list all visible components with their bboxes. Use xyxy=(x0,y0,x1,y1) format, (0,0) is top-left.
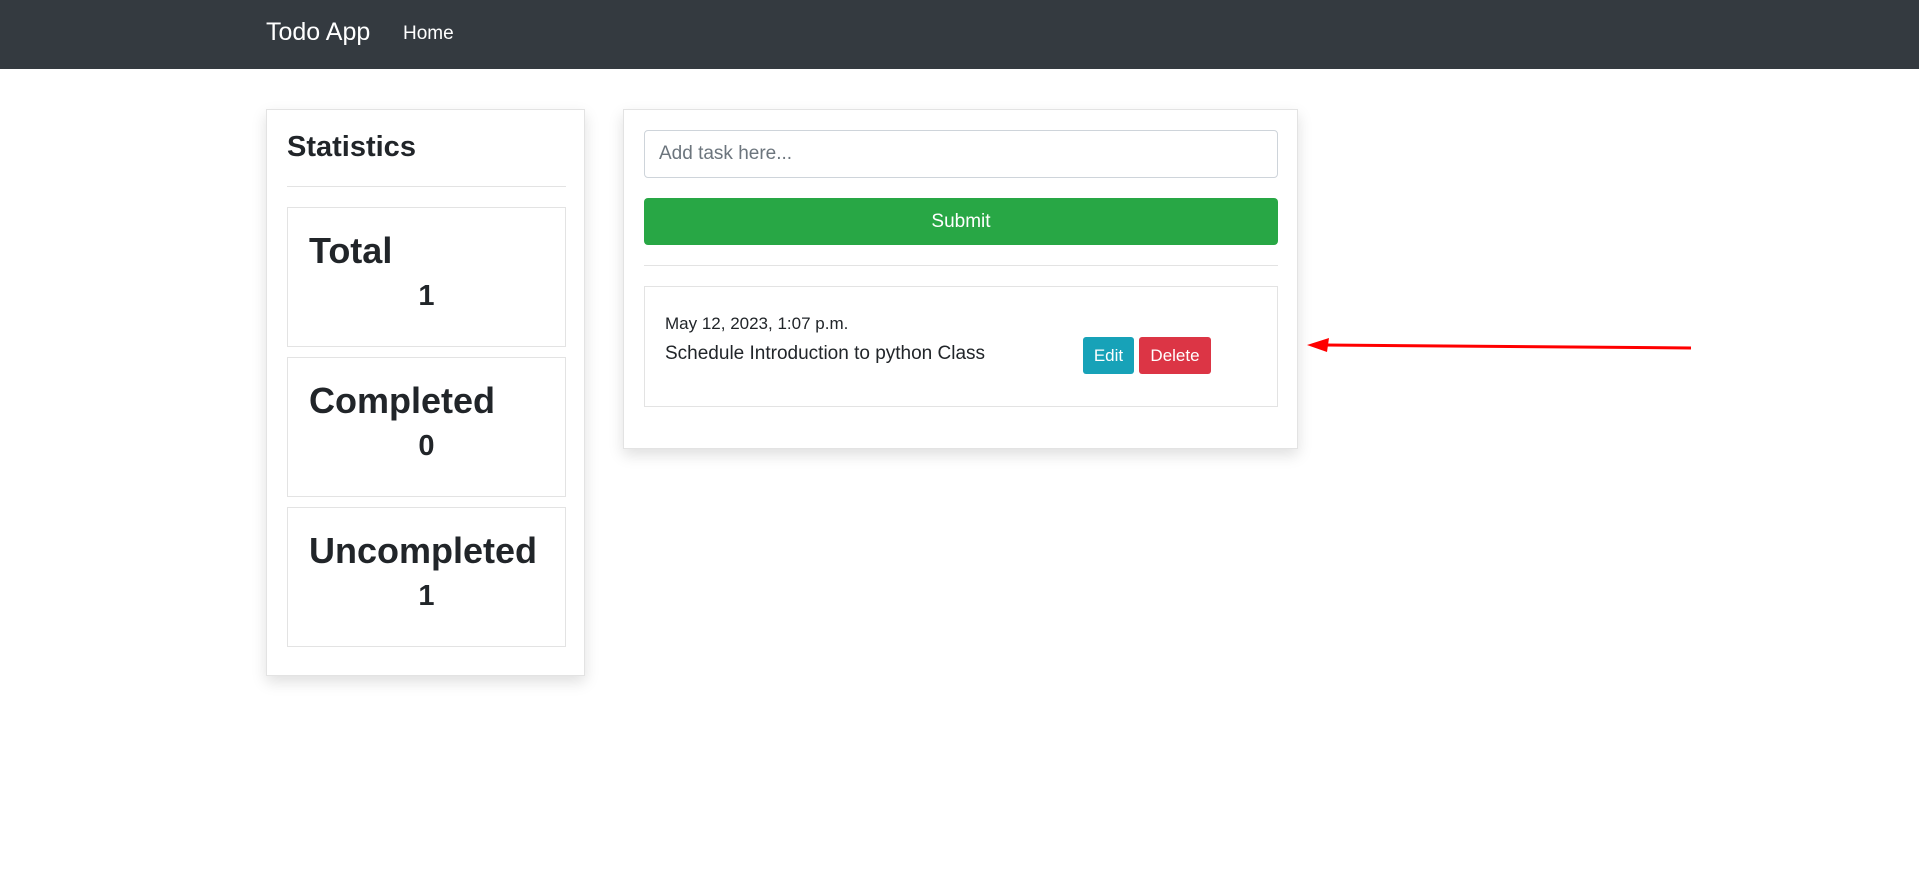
stat-total-value: 1 xyxy=(418,280,435,312)
statistics-divider xyxy=(287,186,566,187)
stat-completed-value: 0 xyxy=(418,430,435,462)
stat-uncompleted-value: 1 xyxy=(418,580,435,612)
task-card: Submit May 12, 2023, 1:07 p.m. Schedule … xyxy=(623,109,1298,449)
delete-button[interactable]: Delete xyxy=(1139,337,1211,374)
statistics-title: Statistics xyxy=(287,131,416,163)
task-text: Schedule Introduction to python Class xyxy=(665,343,986,364)
stat-total-box: Total 1 xyxy=(287,207,566,347)
task-divider xyxy=(644,265,1278,266)
stat-completed-label: Completed xyxy=(309,380,496,421)
stat-uncompleted-label: Uncompleted xyxy=(309,530,538,571)
submit-button[interactable]: Submit xyxy=(644,198,1278,245)
nav-link-home[interactable]: Home xyxy=(403,23,454,45)
navbar: Todo App Home xyxy=(0,0,1919,69)
task-input[interactable] xyxy=(644,130,1278,178)
task-date: May 12, 2023, 1:07 p.m. xyxy=(665,314,849,333)
edit-button[interactable]: Edit xyxy=(1083,337,1134,374)
stat-uncompleted-box: Uncompleted 1 xyxy=(287,507,566,647)
stat-completed-box: Completed 0 xyxy=(287,357,566,497)
statistics-card: Statistics Total 1 Completed 0 Uncomplet… xyxy=(266,109,585,676)
brand-link[interactable]: Todo App xyxy=(266,18,370,47)
annotation-arrow-icon xyxy=(1307,338,1692,352)
task-item: May 12, 2023, 1:07 p.m. Schedule Introdu… xyxy=(644,286,1278,407)
stat-total-label: Total xyxy=(309,230,393,271)
